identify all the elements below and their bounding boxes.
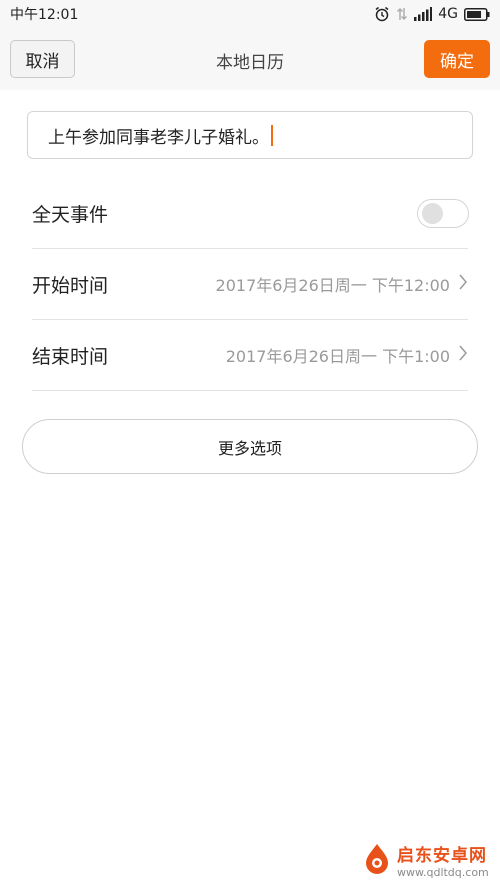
status-icons: 4G — [374, 6, 490, 22]
event-title-input[interactable]: 上午参加同事老李儿子婚礼。 — [27, 111, 473, 159]
battery-icon — [464, 7, 490, 21]
all-day-toggle[interactable] — [417, 198, 469, 228]
watermark-url: www.qdltdq.com — [397, 866, 489, 879]
network-type: 4G — [438, 6, 458, 22]
title-bar: 取消 本地日历 确定 — [0, 28, 500, 90]
end-time-value-group: 2017年6月26日周一 下午1:00 — [226, 343, 468, 367]
page-title: 本地日历 — [216, 53, 284, 73]
signal-icon — [414, 7, 433, 21]
data-transfer-icon — [396, 6, 408, 22]
chevron-right-icon — [458, 344, 468, 366]
end-time-row[interactable]: 结束时间 2017年6月26日周一 下午1:00 — [32, 320, 468, 391]
start-time-label: 开始时间 — [32, 274, 109, 297]
cancel-button[interactable]: 取消 — [10, 40, 75, 78]
start-time-row[interactable]: 开始时间 2017年6月26日周一 下午12:00 — [32, 249, 468, 320]
end-time-label: 结束时间 — [32, 345, 109, 368]
more-options-button[interactable]: 更多选项 — [22, 419, 478, 474]
start-time-value-group: 2017年6月26日周一 下午12:00 — [216, 272, 468, 296]
all-day-row[interactable]: 全天事件 — [32, 178, 469, 249]
start-time-value: 2017年6月26日周一 下午12:00 — [215, 276, 450, 295]
watermark: 启东安卓网 www.qdltdq.com — [362, 836, 492, 884]
status-time: 中午12:01 — [10, 7, 79, 23]
chevron-right-icon — [458, 273, 468, 295]
event-title-text: 上午参加同事老李儿子婚礼。 — [48, 127, 269, 148]
end-time-value: 2017年6月26日周一 下午1:00 — [225, 347, 450, 366]
confirm-button[interactable]: 确定 — [424, 40, 490, 78]
text-cursor — [271, 124, 273, 146]
watermark-name: 启东安卓网 — [397, 846, 487, 866]
status-bar: 中午12:01 4G — [0, 0, 500, 28]
watermark-logo-icon — [362, 842, 392, 878]
all-day-label: 全天事件 — [32, 203, 109, 226]
watermark-text: 启东安卓网 www.qdltdq.com — [397, 841, 489, 879]
toggle-knob — [422, 202, 443, 224]
alarm-icon — [374, 6, 390, 22]
